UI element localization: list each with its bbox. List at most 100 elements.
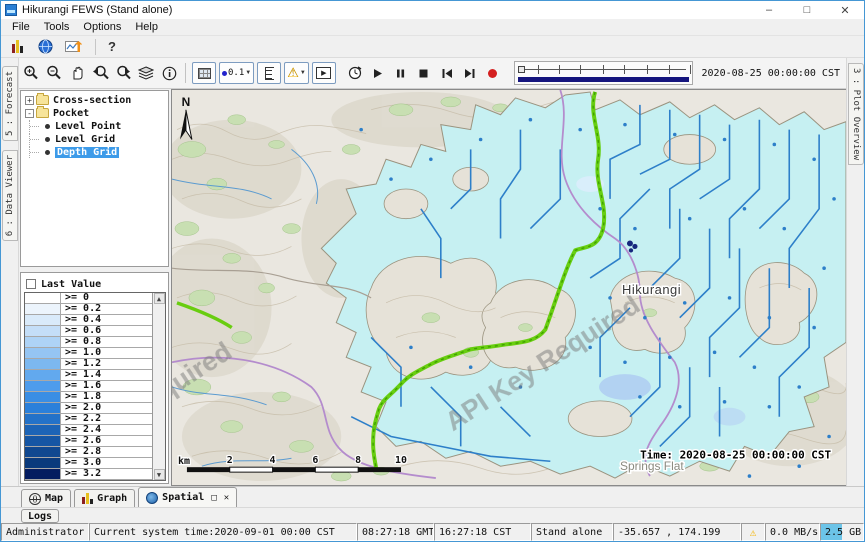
dot-icon [222,71,227,76]
tree-item-level-grid[interactable]: Level Grid [25,133,168,145]
bottom-bar: Map Graph Spatial □ ✕ Logs [1,486,864,523]
stop-button[interactable] [414,63,434,83]
svg-text:2: 2 [227,455,233,466]
pause-button[interactable] [391,63,411,83]
tree-item-depth-grid[interactable]: Depth Grid [25,146,168,158]
bullet-icon [45,150,50,155]
statistics-icon[interactable] [7,37,27,57]
layers-icon[interactable] [136,63,156,83]
window-title: Hikurangi FEWS (Stand alone) [22,4,172,16]
status-system-time: Current system time:2020-09-01 00:00 CST [89,523,357,541]
grid-icon [198,68,211,79]
info-icon[interactable] [159,63,179,83]
svg-text:8: 8 [355,455,361,466]
menu-file[interactable]: File [5,21,37,33]
timeseries-icon[interactable] [63,37,83,57]
tab-forecast[interactable]: 5 : Forecast [2,66,18,141]
chevron-down-icon: ▼ [245,70,251,76]
help-button[interactable]: ? [108,39,116,54]
svg-text:N: N [182,95,191,109]
map-display-icon[interactable] [35,37,55,57]
current-datetime: 2020-08-25 00:00:00 CST [702,68,842,79]
legend-panel: Last Value >= 0 >= 0.2 >= 0.4 >= 0.6 >= … [20,272,169,484]
step-back-button[interactable] [437,63,457,83]
movie-icon: ▶ [316,67,331,79]
legend-class-list[interactable]: >= 0 >= 0.2 >= 0.4 >= 0.6 >= 0.8 >= 1.0 … [24,292,166,481]
pan-icon[interactable] [67,63,87,83]
ruler-icon [265,67,274,80]
animation-button[interactable]: ▶ [312,62,336,84]
tab-plot-overview[interactable]: 3 : Plot Overview [848,63,864,165]
toolbar-separator [95,39,96,55]
status-warning-icon[interactable]: ⚠ [741,523,765,541]
legend-rows: >= 0 >= 0.2 >= 0.4 >= 0.6 >= 0.8 >= 1.0 … [25,293,152,480]
legend-toggle-button[interactable] [257,62,281,84]
collapse-icon[interactable]: - [25,109,34,118]
svg-text:10: 10 [395,455,407,466]
folder-icon [36,95,49,105]
status-bar: Administrator Current system time:2020-0… [1,523,864,541]
slider-handle[interactable] [518,66,525,73]
logs-tab[interactable]: Logs [21,509,59,523]
step-forward-button[interactable] [460,63,480,83]
zoom-previous-icon[interactable] [90,63,110,83]
status-memory[interactable]: 2.5 GB [820,523,864,541]
layer-tree[interactable]: + Cross-section - Pocket Level P [20,90,169,267]
toolbar-separator [185,63,186,83]
scroll-up-icon[interactable]: ▲ [154,293,165,304]
last-value-option[interactable]: Last Value [24,276,166,292]
tree-guide [29,146,43,158]
tab-graph[interactable]: Graph [74,489,135,507]
grid-display-button[interactable] [192,62,216,84]
tree-guide [29,120,43,132]
close-tab-icon[interactable]: ✕ [224,493,229,503]
tab-data-viewer[interactable]: 6 : Data Viewer [2,150,18,241]
record-button[interactable] [483,63,503,83]
zoom-out-icon[interactable] [44,63,64,83]
right-tab-strip: 3 : Plot Overview [846,58,864,486]
status-transfer-rate: 0.0 MB/s [765,523,820,541]
tree-item-pocket[interactable]: - Pocket [25,107,168,119]
legend-scrollbar[interactable]: ▲ ▼ [152,293,165,480]
thresholds-dropdown[interactable]: ⚠ ▼ [284,62,309,84]
expand-icon[interactable]: + [25,96,34,105]
menu-tools[interactable]: Tools [37,21,77,33]
bullet-icon [45,137,50,142]
maximize-tab-icon[interactable]: □ [211,493,216,503]
last-value-checkbox[interactable] [26,279,36,289]
warning-icon: ⚠ [287,65,299,81]
status-mode: Stand alone [531,523,613,541]
maximize-button[interactable]: □ [788,1,826,19]
data-viewer-panel: + Cross-section - Pocket Level P [19,89,171,486]
menu-options[interactable]: Options [76,21,128,33]
folder-icon [36,108,49,118]
map-canvas[interactable]: API Key Required API Key Required N Hiku… [172,90,846,485]
timer-icon[interactable] [345,63,365,83]
last-value-label: Last Value [41,279,101,290]
scale-value: 0.1 [228,68,244,78]
minimize-button[interactable]: – [750,1,788,19]
zoom-in-icon[interactable] [21,63,41,83]
title-bar[interactable]: Hikurangi FEWS (Stand alone) – □ ✕ [1,1,864,19]
town-label: Hikurangi [622,282,681,297]
close-button[interactable]: ✕ [826,1,864,19]
svg-text:km: km [178,456,190,467]
globe-icon [146,492,158,504]
status-user: Administrator [1,523,89,541]
svg-text:6: 6 [312,455,318,466]
contour-scale-dropdown[interactable]: 0.1 ▼ [219,62,254,84]
menu-help[interactable]: Help [128,21,165,33]
zoom-next-icon[interactable] [113,63,133,83]
app-icon [5,4,17,16]
menu-bar: File Tools Options Help [1,19,864,36]
time-slider[interactable] [514,61,693,85]
tree-item-cross-section[interactable]: + Cross-section [25,94,168,106]
map-view[interactable]: API Key Required API Key Required N Hiku… [171,89,846,486]
play-button[interactable] [368,63,388,83]
tree-item-level-point[interactable]: Level Point [25,120,168,132]
locality-label: Springs Flat [620,459,684,473]
app-window: Hikurangi FEWS (Stand alone) – □ ✕ File … [0,0,865,542]
scroll-down-icon[interactable]: ▼ [154,469,165,480]
tab-spatial[interactable]: Spatial □ ✕ [138,487,237,507]
tab-map[interactable]: Map [21,489,71,507]
